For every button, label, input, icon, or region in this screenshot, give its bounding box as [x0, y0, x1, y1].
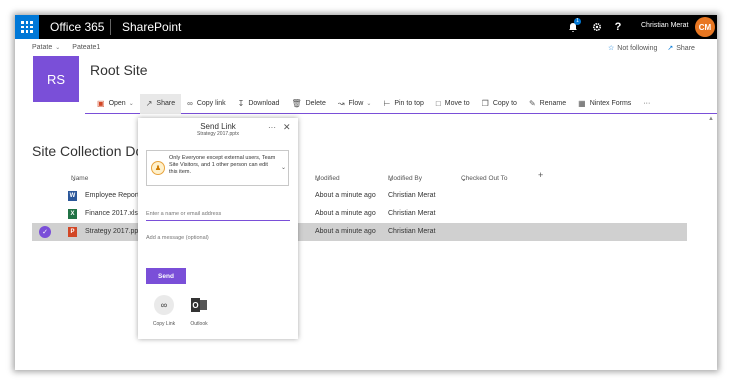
people-icon: ♟	[151, 161, 165, 175]
nintex-icon: ▦	[578, 99, 586, 108]
option-label: Copy Link	[152, 321, 176, 327]
file-name[interactable]: Finance 2017.xlsx	[85, 210, 141, 217]
move-icon: □	[435, 99, 441, 108]
modified-cell: About a minute ago	[315, 192, 376, 199]
office365-brand[interactable]: Office 365	[50, 20, 104, 34]
follow-button[interactable]: ☆ Not following	[608, 44, 657, 52]
nintex-forms-button[interactable]: ▦ Nintex Forms	[572, 94, 637, 114]
permission-text: Only Everyone except external users, Tea…	[169, 155, 276, 175]
chevron-down-icon: ⌄	[55, 45, 61, 51]
option-label: Outlook	[190, 321, 208, 327]
copy-to-button[interactable]: ❐ Copy to	[476, 94, 523, 114]
link-icon: ∞	[154, 295, 174, 315]
share-icon: ↗	[145, 99, 153, 108]
flow-button[interactable]: ↝ Flow ⌄	[332, 94, 378, 114]
breadcrumb-item[interactable]: Pateate1	[72, 44, 100, 51]
svg-text:O: O	[192, 301, 198, 310]
page-title[interactable]: Root Site	[90, 62, 148, 78]
trash-icon: 🗑	[291, 99, 302, 108]
rename-button[interactable]: ✎ Rename	[523, 94, 572, 114]
copy-link-option[interactable]: ∞ Copy Link	[149, 295, 179, 327]
divider	[110, 19, 111, 35]
chevron-down-icon: ⌄	[315, 176, 321, 183]
table-row[interactable]: ✓ P Strategy 2017.pptx About a minute ag…	[32, 223, 687, 241]
chevron-down-icon: ⌄	[281, 165, 287, 171]
breadcrumb: Patate ⌄ Pateate1	[32, 44, 100, 51]
share-button[interactable]: ↗ Share	[139, 93, 182, 114]
excel-file-icon: X	[68, 209, 77, 219]
command-bar: ▣ Open ⌄ ↗ Share ∞ Copy link ↧ Download 🗑…	[85, 93, 717, 114]
share-icon: ↗	[667, 45, 674, 52]
link-settings-button[interactable]: ♟ Only Everyone except external users, T…	[146, 150, 289, 186]
modified-cell: About a minute ago	[315, 210, 376, 217]
suite-bar: Office 365 SharePoint 1 ? Christian Mera…	[15, 15, 717, 39]
modified-by-cell[interactable]: Christian Merat	[388, 228, 435, 235]
modified-by-cell[interactable]: Christian Merat	[388, 210, 435, 217]
flow-icon: ↝	[337, 99, 345, 108]
outlook-option[interactable]: O Outlook	[184, 295, 214, 327]
download-button[interactable]: ↧ Download	[232, 94, 286, 114]
notification-badge: 1	[574, 18, 581, 25]
more-button[interactable]: ···	[637, 94, 656, 114]
gear-icon	[592, 22, 602, 32]
sharepoint-window: Office 365 SharePoint 1 ? Christian Mera…	[15, 15, 717, 370]
rename-icon: ✎	[528, 99, 536, 108]
check-icon[interactable]: ✓	[39, 226, 51, 238]
modified-cell: About a minute ago	[315, 228, 376, 235]
user-name[interactable]: Christian Merat	[641, 22, 688, 29]
app-launcher-icon[interactable]	[15, 15, 39, 39]
chevron-down-icon: ⌄	[128, 101, 134, 107]
file-name[interactable]: Strategy 2017.pptx	[85, 228, 144, 235]
share-dialog: Send Link Strategy 2017.pptx ··· ✕ ♟ Onl…	[138, 118, 298, 339]
message-input[interactable]	[146, 231, 290, 245]
word-file-icon: W	[68, 191, 77, 201]
recipient-input[interactable]	[146, 207, 290, 221]
send-button[interactable]: Send	[146, 268, 186, 284]
outlook-icon: O	[189, 295, 209, 315]
delete-button[interactable]: 🗑 Delete	[285, 94, 331, 114]
link-icon: ∞	[187, 99, 193, 108]
powerpoint-file-icon: P	[68, 227, 77, 237]
chevron-down-icon: ⌄	[71, 176, 77, 183]
copy-icon: ❐	[481, 99, 489, 108]
chevron-down-icon: ⌄	[388, 176, 394, 183]
download-icon: ↧	[237, 99, 245, 108]
more-options-button[interactable]: ···	[268, 123, 276, 132]
breadcrumb-item[interactable]: Patate ⌄	[32, 44, 60, 51]
pin-icon: ⊢	[383, 99, 391, 108]
app-name[interactable]: SharePoint	[122, 20, 181, 34]
site-logo[interactable]: RS	[33, 56, 79, 102]
pin-to-top-button[interactable]: ⊢ Pin to top	[377, 94, 430, 114]
chevron-down-icon: ⌄	[366, 101, 372, 107]
help-button[interactable]: ?	[606, 15, 630, 39]
add-column-button[interactable]: +	[538, 170, 543, 180]
table-row[interactable]: W Employee Report.docx About a minute ag…	[32, 187, 687, 205]
powerpoint-icon: ▣	[97, 99, 105, 108]
avatar[interactable]: CM	[695, 17, 715, 37]
chevron-down-icon: ⌄	[461, 176, 467, 183]
copy-link-button[interactable]: ∞ Copy link	[181, 94, 232, 114]
open-button[interactable]: ▣ Open ⌄	[91, 94, 140, 114]
table-row[interactable]: X Finance 2017.xlsx About a minute ago C…	[32, 205, 687, 223]
site-share-button[interactable]: ↗ Share	[667, 44, 695, 52]
follow-share-bar: ☆ Not following ↗ Share	[608, 44, 695, 52]
scroll-up-icon[interactable]: ▲	[708, 116, 714, 122]
modified-by-cell[interactable]: Christian Merat	[388, 192, 435, 199]
star-icon: ☆	[608, 45, 615, 52]
notifications-button[interactable]: 1	[561, 15, 585, 39]
close-icon[interactable]: ✕	[283, 122, 291, 133]
move-to-button[interactable]: □ Move to	[430, 94, 476, 114]
